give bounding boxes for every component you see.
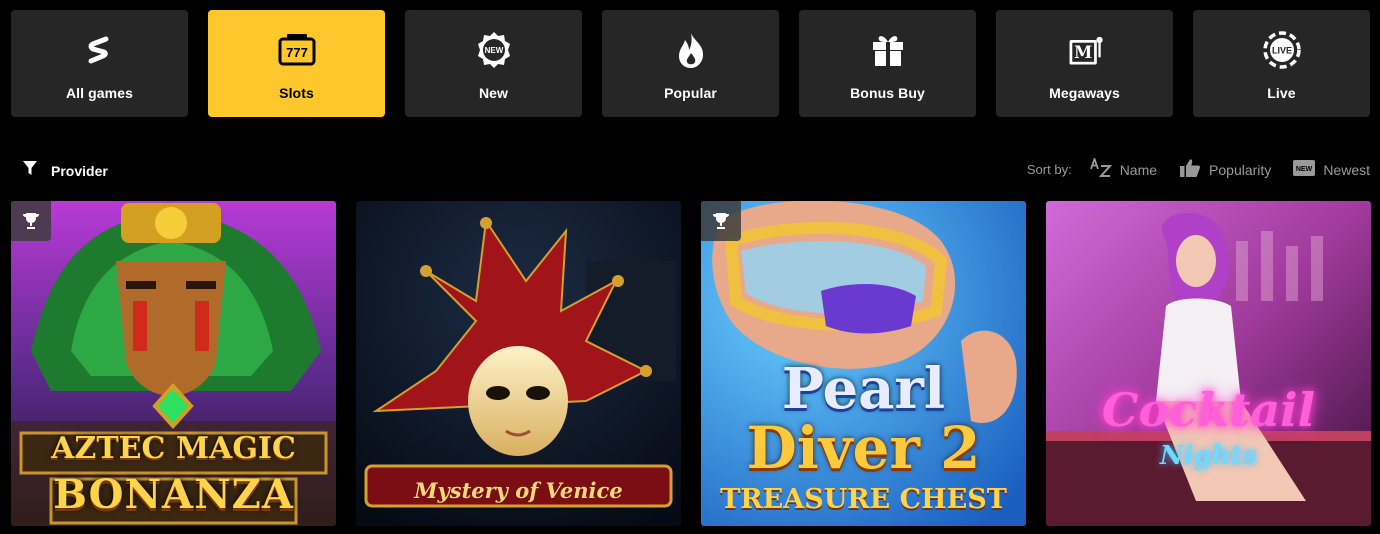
new-badge-icon: NEW — [474, 30, 514, 70]
tab-label: Megaways — [1049, 85, 1120, 101]
sort-controls: Sort by: Name Popularity NEW Newest — [1026, 156, 1370, 181]
all-games-icon — [80, 30, 120, 70]
trophy-icon — [11, 201, 51, 241]
game-title-line3: TREASURE CHEST — [720, 484, 1007, 515]
tab-label: Slots — [279, 85, 314, 101]
tab-popular[interactable]: Popular — [602, 10, 779, 117]
gift-icon — [868, 30, 908, 70]
game-card-pearl-diver-2[interactable]: Pearl Diver 2 TREASURE CHEST — [701, 201, 1026, 526]
sort-option-newest[interactable]: NEW Newest — [1293, 160, 1370, 179]
slot-777-text: 777 — [286, 45, 308, 60]
trophy-icon — [701, 201, 741, 241]
tab-slots[interactable]: 777 Slots — [208, 10, 385, 117]
tab-new[interactable]: NEW New — [405, 10, 582, 117]
game-title: Mystery of Venice — [414, 478, 623, 503]
filter-icon — [22, 160, 38, 181]
megaways-icon-text: M — [1074, 43, 1092, 62]
sort-option-label: Newest — [1323, 161, 1370, 178]
game-title-line1: Pearl — [781, 356, 946, 422]
game-title-line1: AZTEC MAGIC — [51, 431, 296, 466]
new-icon-text: NEW — [484, 46, 503, 55]
tab-megaways[interactable]: M Megaways — [996, 10, 1173, 117]
game-card-mystery-of-venice[interactable]: Mystery of Venice — [356, 201, 681, 526]
tab-label: Live — [1267, 85, 1296, 101]
tab-label: New — [478, 85, 509, 101]
fire-icon — [671, 30, 711, 70]
az-icon — [1089, 156, 1112, 181]
sort-option-name[interactable]: Name — [1089, 156, 1158, 181]
game-card-cocktail-nights[interactable]: Cocktail Nights — [1046, 201, 1371, 526]
provider-filter[interactable]: Provider — [22, 160, 108, 181]
live-chip-icon: LIVE — [1262, 30, 1302, 70]
provider-filter-label: Provider — [51, 162, 108, 179]
category-tabs: All games 777 Slots NEW New Popular Bonu… — [11, 10, 1370, 117]
live-icon-text: LIVE — [1271, 46, 1291, 56]
new-badge-icon: NEW — [1293, 160, 1316, 179]
tab-live[interactable]: LIVE Live — [1193, 10, 1370, 117]
game-title-line2: Nights — [1159, 441, 1258, 471]
games-grid: AZTEC MAGIC BONANZA Mystery of Venice Pe… — [11, 201, 1371, 526]
sort-by-label: Sort by: — [1026, 162, 1072, 177]
megaways-icon: M — [1065, 30, 1105, 70]
tab-label: Popular — [664, 85, 717, 101]
newest-badge-text: NEW — [1296, 166, 1313, 173]
game-card-aztec-magic-bonanza[interactable]: AZTEC MAGIC BONANZA — [11, 201, 336, 526]
game-title-line2: Diver 2 — [746, 414, 981, 482]
tab-bonus-buy[interactable]: Bonus Buy — [799, 10, 976, 117]
game-title-line2: BONANZA — [53, 471, 294, 518]
game-title-line1: Cocktail — [1101, 383, 1316, 437]
sort-option-popularity[interactable]: Popularity — [1179, 158, 1271, 181]
slot-777-icon: 777 — [277, 30, 317, 70]
sort-option-label: Name — [1119, 161, 1158, 178]
tab-label: Bonus Buy — [850, 85, 925, 101]
tab-label: All games — [65, 85, 134, 101]
thumbs-up-icon — [1179, 158, 1201, 181]
sort-option-label: Popularity — [1209, 161, 1272, 178]
game-thumbnail — [1046, 201, 1371, 526]
tab-all-games[interactable]: All games — [11, 10, 188, 117]
